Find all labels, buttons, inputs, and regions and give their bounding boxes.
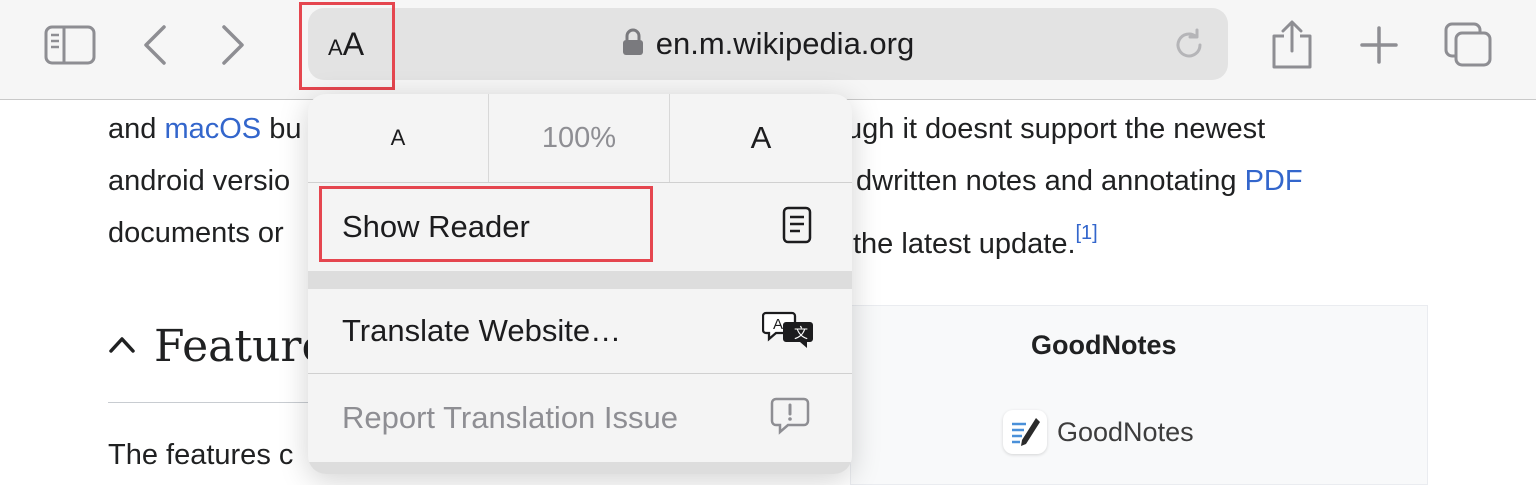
text-span: dwritten notes and annotating: [856, 165, 1245, 197]
increase-label: A: [750, 120, 772, 155]
increase-text-size-button[interactable]: A: [670, 94, 852, 182]
address-bar[interactable]: AA en.m.wikipedia.org: [308, 8, 1228, 80]
sidebar-icon[interactable]: [44, 24, 96, 66]
zoom-controls: A 100% A: [308, 94, 852, 182]
paragraph-line-2: android versio dwritten notes and annotat…: [108, 163, 1303, 199]
translate-icon: A 文: [761, 309, 816, 354]
reference-link[interactable]: [1]: [1076, 222, 1098, 244]
page-settings-menu: A 100% A Show Reader Translate Website… …: [308, 94, 852, 474]
share-icon[interactable]: [1270, 20, 1314, 70]
section-heading-features[interactable]: Feature: [108, 318, 328, 374]
text-span: ugh it doesnt support the newest: [846, 113, 1266, 145]
translate-website-item[interactable]: Translate Website… A 文: [308, 289, 852, 373]
paragraph-line-3: documents or the latest update.[1]: [108, 215, 1098, 260]
menu-group-separator: [308, 462, 852, 474]
reload-icon[interactable]: [1172, 28, 1206, 67]
zoom-percent-label: 100%: [541, 121, 617, 154]
zoom-percent-button[interactable]: 100%: [489, 94, 670, 182]
report-translation-issue-label: Report Translation Issue: [342, 400, 679, 435]
report-icon: [770, 397, 810, 440]
infobox: GoodNotes GoodNotes: [850, 305, 1428, 485]
svg-text:A: A: [773, 316, 783, 333]
decrease-label: A: [390, 125, 406, 150]
highlight-box-show-reader: [319, 186, 653, 262]
macos-link[interactable]: macOS: [164, 113, 261, 145]
goodnotes-logo-icon: [1003, 410, 1047, 454]
infobox-logo-text: GoodNotes: [1057, 416, 1194, 447]
section-heading-text: Feature: [154, 320, 328, 372]
infobox-logo: GoodNotes: [1003, 410, 1194, 454]
menu-group-separator: [308, 271, 852, 289]
text-span: the latest update.: [853, 228, 1076, 260]
text-span: and: [108, 113, 165, 145]
browser-toolbar: AA en.m.wikipedia.org: [0, 0, 1536, 100]
section-divider: [108, 402, 318, 403]
chevron-left-icon[interactable]: [140, 24, 170, 66]
plus-icon[interactable]: [1360, 26, 1398, 64]
url-display[interactable]: en.m.wikipedia.org: [308, 24, 1228, 64]
svg-text:文: 文: [794, 326, 808, 342]
translate-website-label: Translate Website…: [342, 313, 622, 348]
tabs-overview-icon[interactable]: [1444, 22, 1494, 68]
pdf-link[interactable]: PDF: [1245, 165, 1303, 197]
report-translation-issue-item: Report Translation Issue: [308, 374, 852, 462]
chevron-right-icon[interactable]: [218, 24, 248, 66]
chevron-up-icon[interactable]: [108, 334, 136, 359]
paragraph-line-4: The features c: [108, 439, 294, 471]
text-span: documents or: [108, 217, 284, 249]
url-text: en.m.wikipedia.org: [655, 26, 915, 61]
decrease-text-size-button[interactable]: A: [308, 94, 489, 182]
lock-icon: [622, 28, 644, 61]
reader-icon: [782, 206, 812, 249]
highlight-box-aa: [299, 2, 395, 90]
text-span: android versio: [108, 165, 291, 197]
text-span: bu: [261, 113, 302, 145]
paragraph-line-1: and macOS bu ugh it doesnt support the ne…: [108, 111, 1265, 147]
infobox-title: GoodNotes: [1031, 330, 1177, 360]
